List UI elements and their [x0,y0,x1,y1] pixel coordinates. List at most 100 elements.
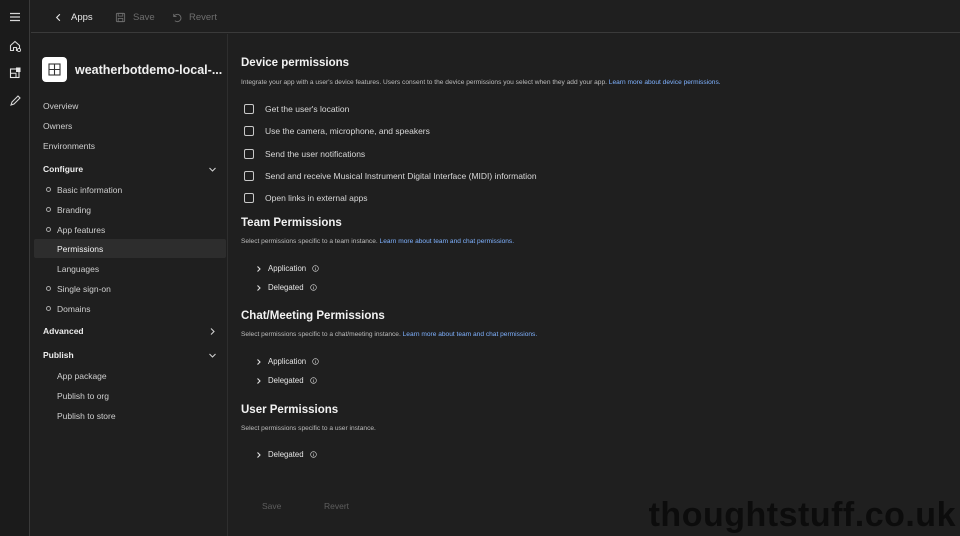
nav-languages[interactable]: Languages [34,259,226,278]
top-save-label: Save [133,11,155,23]
device-permissions-desc: Integrate your app with a user's device … [241,79,721,86]
chevron-right-icon [257,451,261,458]
footer-save-button[interactable]: Save [262,501,281,511]
info-icon[interactable] [312,358,319,365]
expander-label: Delegated [268,450,304,459]
team-permissions-desc: Select permissions specific to a team in… [241,238,514,245]
bullet-icon [46,306,51,311]
nav-label: Publish to store [57,410,116,421]
chevron-down-icon [209,167,216,172]
nav-domains[interactable]: Domains [34,299,226,318]
checkbox-row-location[interactable]: Get the user's location [244,104,349,114]
back-label: Apps [71,11,93,23]
nav-label: Permissions [57,243,104,254]
checkbox-row-external-links[interactable]: Open links in external apps [244,193,368,203]
chat-permissions-title: Chat/Meeting Permissions [241,310,385,322]
nav-label: App features [57,224,106,235]
team-permissions-link[interactable]: Learn more about team and chat permissio… [380,238,515,245]
nav-section-configure[interactable]: Configure [43,164,217,174]
checkbox[interactable] [244,104,254,114]
info-icon[interactable] [309,377,317,384]
publish-label: Publish [43,350,74,360]
nav-owners[interactable]: Owners [43,121,72,131]
expander-label: Delegated [268,376,304,385]
checkbox[interactable] [244,149,254,159]
chat-permissions-link[interactable]: Learn more about team and chat permissio… [403,331,538,338]
user-delegated-expander[interactable]: Delegated [255,450,317,459]
nav-publish-to-store[interactable]: Publish to store [34,406,226,425]
nav-section-publish[interactable]: Publish [43,350,217,360]
save-icon [115,12,126,22]
app-name: weatherbotdemo-local-... [75,62,223,77]
top-save-button[interactable]: Save [115,9,155,25]
nav-permissions[interactable]: Permissions [34,239,226,258]
nav-environments[interactable]: Environments [43,141,95,151]
nav-branding[interactable]: Branding [34,200,226,219]
checkbox-label: Get the user's location [265,104,350,114]
team-delegated-expander[interactable]: Delegated [255,283,317,292]
team-permissions-title: Team Permissions [241,217,342,229]
pencil-icon[interactable] [5,91,25,111]
back-to-apps-button[interactable]: Apps [53,9,93,25]
checkbox-label: Use the camera, microphone, and speakers [265,126,430,136]
footer-revert-button[interactable]: Revert [324,501,349,511]
nav-app-package[interactable]: App package [34,366,226,385]
checkbox[interactable] [244,126,254,136]
bullet-icon [46,286,51,291]
info-icon[interactable] [312,265,319,272]
desc-text: Select permissions specific to a team in… [241,238,378,245]
watermark: thoughtstuff.co.uk [648,496,956,534]
nav-label: Basic information [57,184,123,195]
chat-permissions-desc: Select permissions specific to a chat/me… [241,331,537,338]
nav-single-sign-on[interactable]: Single sign-on [34,279,226,298]
expander-label: Delegated [268,283,304,292]
bullet-icon [46,227,51,232]
nav-label: Languages [57,263,100,274]
bullet-icon [46,187,51,192]
left-rail [0,0,30,536]
device-permissions-title: Device permissions [241,57,350,69]
checkbox[interactable] [244,193,254,203]
checkbox-row-media[interactable]: Use the camera, microphone, and speakers [244,126,430,136]
nav-label: App package [57,370,107,381]
nav-section-advanced[interactable]: Advanced [43,326,217,336]
device-permissions-link[interactable]: Learn more about device permissions. [609,79,721,86]
chat-application-expander[interactable]: Application [255,357,319,366]
expander-label: Application [268,357,307,366]
info-icon[interactable] [309,451,317,458]
chevron-right-icon [210,327,215,335]
chevron-right-icon [257,377,261,384]
desc-text: Integrate your app with a user's device … [241,79,607,86]
checkbox-row-midi[interactable]: Send and receive Musical Instrument Digi… [244,171,537,181]
nav-basic-information[interactable]: Basic information [34,180,226,199]
top-revert-label: Revert [189,11,217,23]
chevron-left-icon [55,13,61,21]
advanced-label: Advanced [43,326,84,336]
nav-overview[interactable]: Overview [43,101,78,111]
nav-app-features[interactable]: App features [34,220,226,239]
app-header: weatherbotdemo-local-... [42,57,222,82]
checkbox-label: Send and receive Musical Instrument Digi… [265,171,537,181]
expander-label: Application [268,264,307,273]
menu-icon[interactable] [5,7,25,27]
top-revert-button[interactable]: Revert [171,9,217,25]
sidebar: weatherbotdemo-local-... Overview Owners… [31,34,228,536]
chevron-right-icon [257,284,261,291]
desc-text: Select permissions specific to a chat/me… [241,331,401,338]
info-icon[interactable] [309,284,317,291]
nav-label: Publish to org [57,390,109,401]
user-permissions-desc: Select permissions specific to a user in… [241,425,376,432]
configure-label: Configure [43,164,84,174]
chevron-down-icon [209,353,216,358]
nav-label: Domains [57,303,91,314]
chat-delegated-expander[interactable]: Delegated [255,376,317,385]
user-permissions-title: User Permissions [241,404,339,416]
checkbox-label: Send the user notifications [265,149,366,159]
app-icon [42,57,67,82]
checkbox[interactable] [244,171,254,181]
home-icon[interactable] [5,36,25,56]
apps-icon[interactable] [5,63,25,83]
team-application-expander[interactable]: Application [255,264,319,273]
checkbox-row-notifications[interactable]: Send the user notifications [244,149,365,159]
nav-publish-to-org[interactable]: Publish to org [34,386,226,405]
